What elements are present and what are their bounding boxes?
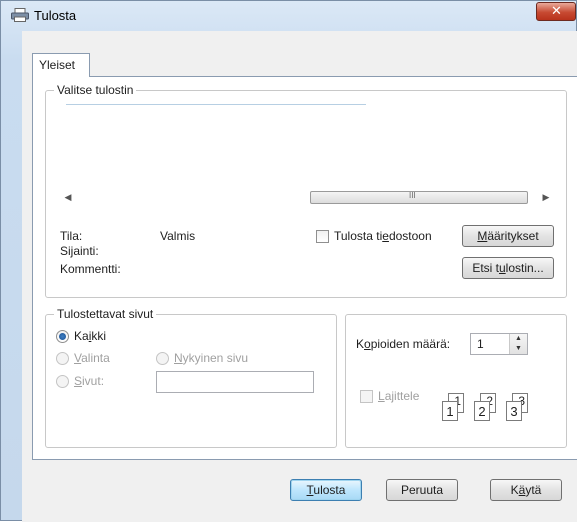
select-printer-label: Valitse tulostin xyxy=(54,83,137,97)
tab-general[interactable]: Yleiset xyxy=(32,53,90,77)
status-label: Tila: xyxy=(60,229,83,243)
copies-label: Kopioiden määrä: xyxy=(356,337,451,351)
cancel-button[interactable]: Peruuta xyxy=(386,479,458,501)
scroll-right-icon[interactable]: ▶ xyxy=(538,190,554,205)
status-value: Valmis xyxy=(160,229,196,243)
comment-label: Kommentti: xyxy=(60,262,121,276)
tab-general-label: Yleiset xyxy=(39,58,76,72)
close-icon: ✕ xyxy=(551,4,562,19)
apply-button[interactable]: Käytä xyxy=(490,479,562,501)
radio-pages[interactable] xyxy=(56,375,69,388)
spin-up-icon[interactable]: ▲ xyxy=(510,334,527,344)
location-label: Sijainti: xyxy=(60,244,99,258)
copies-value: 1 xyxy=(477,337,484,351)
printer-list-scrollbar[interactable]: ◀ III ▶ xyxy=(60,190,554,205)
print-button[interactable]: Tulosta xyxy=(290,479,362,501)
collate-checkbox[interactable] xyxy=(360,390,373,403)
scrollbar-thumb[interactable]: III xyxy=(310,191,528,204)
radio-all-pages[interactable] xyxy=(56,330,69,343)
printer-icon xyxy=(11,8,29,22)
copies-spinner[interactable]: 1 ▲ ▼ xyxy=(470,333,528,355)
selection-label[interactable]: Valinta xyxy=(74,351,110,365)
dialog-client-area: Yleiset Valitse tulostin ◀ III ▶ Tila: V… xyxy=(22,31,577,522)
collate-page-front: 1 xyxy=(442,401,458,421)
current-page-label[interactable]: Nykyinen sivu xyxy=(174,351,248,365)
general-tab-panel: Valitse tulostin ◀ III ▶ Tila: Valmis Si… xyxy=(32,76,577,460)
window-title: Tulosta xyxy=(34,8,77,23)
close-button[interactable]: ✕ xyxy=(536,2,576,21)
preferences-button[interactable]: Määritykset xyxy=(462,225,554,247)
title-bar[interactable]: Tulosta ✕ xyxy=(1,1,576,29)
find-printer-button[interactable]: Etsi tulostin... xyxy=(462,257,554,279)
page-range-label: Tulostettavat sivut xyxy=(54,307,157,321)
collate-page-front: 2 xyxy=(474,401,490,421)
pages-label[interactable]: Sivut: xyxy=(74,374,104,388)
radio-selection[interactable] xyxy=(56,352,69,365)
print-to-file-checkbox[interactable] xyxy=(316,230,329,243)
pages-input[interactable] xyxy=(156,371,314,393)
all-pages-label[interactable]: Kaikki xyxy=(74,329,106,343)
scroll-left-icon[interactable]: ◀ xyxy=(60,190,76,205)
radio-current-page[interactable] xyxy=(156,352,169,365)
scrollbar-grip: III xyxy=(409,191,416,200)
page-range-group: Tulostettavat sivut Kaikki Valinta Nykyi… xyxy=(45,307,337,448)
printer-list-highlight xyxy=(66,104,366,105)
collate-label[interactable]: Lajittele xyxy=(378,389,419,403)
print-dialog-window: Tulosta ✕ Yleiset Valitse tulostin ◀ III… xyxy=(0,0,577,522)
spin-down-icon[interactable]: ▼ xyxy=(510,344,527,354)
print-to-file-label[interactable]: Tulosta tiedostoon xyxy=(334,229,432,243)
select-printer-group: Valitse tulostin ◀ III ▶ Tila: Valmis Si… xyxy=(45,83,567,298)
copies-updown[interactable]: ▲ ▼ xyxy=(509,334,527,354)
copies-group: Kopioiden määrä: 1 ▲ ▼ Lajittele 1 1 2 2… xyxy=(345,314,567,448)
collate-page-front: 3 xyxy=(506,401,522,421)
